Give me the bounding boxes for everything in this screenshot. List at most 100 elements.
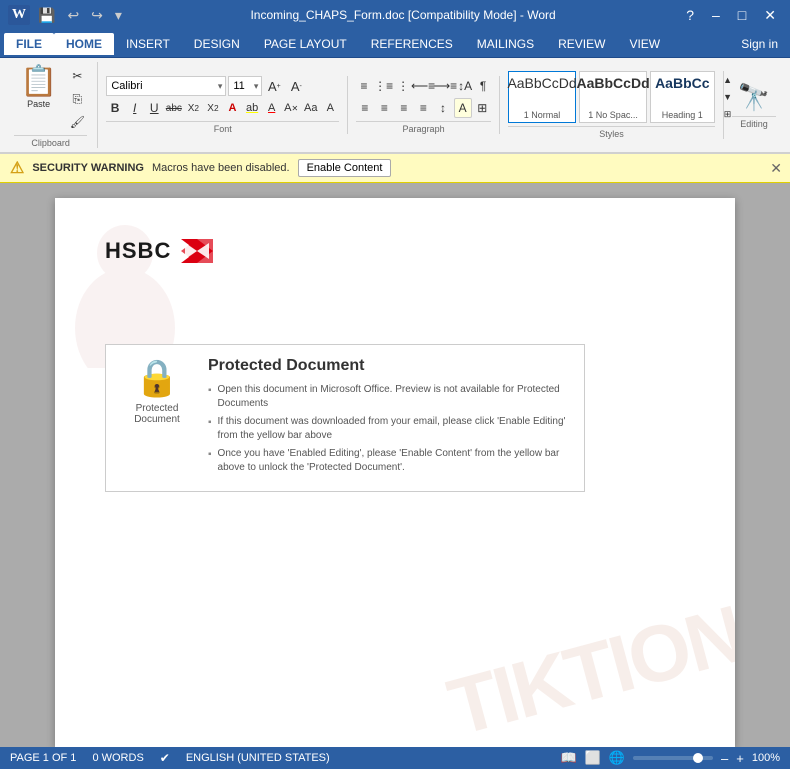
copy-button[interactable]: ⎘ [67, 89, 87, 109]
style-heading1[interactable]: AaBbCc Heading 1 [650, 71, 714, 123]
bold-button[interactable]: B [106, 98, 124, 118]
format-painter-button[interactable]: 🖌 [67, 112, 87, 132]
text-effects-button[interactable]: A [224, 98, 242, 118]
zoom-thumb [693, 753, 703, 763]
title-bar-left: W 💾 ↩ ↪ ▾ [8, 5, 126, 26]
protected-item-1: ▪ Open this document in Microsoft Office… [208, 383, 568, 411]
menu-bar: FILE HOME INSERT DESIGN PAGE LAYOUT REFE… [0, 30, 790, 58]
protected-item-text-1: Open this document in Microsoft Office. … [218, 383, 568, 411]
lock-icon: 🔒 [135, 357, 180, 399]
text-highlight-button[interactable]: ab [243, 98, 261, 118]
save-icon[interactable]: 💾 [34, 5, 59, 26]
underline-button[interactable]: U [145, 98, 163, 118]
security-warning-bar: ⚠ SECURITY WARNING Macros have been disa… [0, 154, 790, 183]
document-page: TIKTION HSBC [55, 198, 735, 747]
editing-button[interactable]: 🔭 [738, 82, 770, 113]
protected-icon-label: Protected Document [134, 403, 180, 425]
bullet-3: ▪ [208, 449, 212, 460]
paste-icon: 📋 [20, 64, 57, 99]
protected-text-area: Protected Document ▪ Open this document … [208, 357, 568, 479]
zoom-in-icon[interactable]: + [736, 751, 744, 766]
warning-icon: ⚠ [10, 158, 24, 178]
menu-tab-file[interactable]: FILE [4, 33, 54, 55]
strikethrough-button[interactable]: abc [165, 98, 183, 118]
align-center-button[interactable]: ≡ [376, 98, 394, 118]
customize-icon[interactable]: ▾ [111, 5, 126, 26]
protected-icon-area: 🔒 Protected Document [122, 357, 192, 425]
clipboard-label: Clipboard [14, 135, 87, 148]
status-right: 📖 ⬜ 🌐 – + 100% [560, 750, 780, 766]
title-text: Incoming_CHAPS_Form.doc [Compatibility M… [126, 8, 680, 22]
security-close-button[interactable]: ✕ [770, 160, 782, 177]
menu-tab-view[interactable]: VIEW [617, 33, 672, 55]
protected-item-text-2: If this document was downloaded from you… [218, 415, 568, 443]
title-bar: W 💾 ↩ ↪ ▾ Incoming_CHAPS_Form.doc [Compa… [0, 0, 790, 30]
font-size-combo[interactable]: 11 ▾ [228, 76, 262, 96]
close-button[interactable]: ✕ [758, 5, 782, 26]
bullets-button[interactable]: ≡ [356, 76, 372, 96]
editing-label: Editing [732, 116, 776, 129]
menu-tab-insert[interactable]: INSERT [114, 33, 182, 55]
ribbon-group-paragraph: ≡ ⋮≡ ⋮ ⟵≡ ⟶≡ ↕A ¶ ≡ ≡ ≡ ≡ ↕ A ⊞ Paragrap… [348, 76, 500, 134]
signin-link[interactable]: Sign in [733, 33, 786, 55]
protected-item-2: ▪ If this document was downloaded from y… [208, 415, 568, 443]
superscript-button[interactable]: X2 [204, 98, 222, 118]
line-spacing-button[interactable]: ↕ [434, 98, 452, 118]
shading-button[interactable]: A [454, 98, 472, 118]
numbering-button[interactable]: ⋮≡ [374, 76, 393, 96]
help-button[interactable]: ? [680, 5, 700, 25]
cut-button[interactable]: ✂ [67, 66, 87, 86]
italic-button[interactable]: I [126, 98, 144, 118]
bullet-2: ▪ [208, 417, 212, 428]
status-bar: PAGE 1 OF 1 0 WORDS ✔ ENGLISH (UNITED ST… [0, 747, 790, 769]
redo-icon[interactable]: ↪ [87, 5, 107, 26]
web-layout-icon[interactable]: 🌐 [609, 750, 625, 766]
zoom-out-icon[interactable]: – [721, 751, 728, 766]
security-warning-text: Macros have been disabled. [152, 162, 290, 174]
tiktion-watermark: TIKTION [439, 588, 735, 747]
clipboard-extras: ✂ ⎘ 🖌 [67, 62, 87, 132]
sort-button[interactable]: ↕A [457, 76, 473, 96]
undo-icon[interactable]: ↩ [63, 5, 83, 26]
increase-indent-button[interactable]: ⟶≡ [435, 76, 455, 96]
menu-tab-references[interactable]: REFERENCES [359, 33, 465, 55]
minimize-button[interactable]: – [706, 5, 726, 25]
ribbon-group-clipboard: 📋 Paste ✂ ⎘ 🖌 Clipboard [6, 62, 98, 148]
multilevel-button[interactable]: ⋮ [395, 76, 411, 96]
menu-tab-home[interactable]: HOME [54, 33, 114, 55]
menu-tab-pagelayout[interactable]: PAGE LAYOUT [252, 33, 359, 55]
bullet-1: ▪ [208, 385, 212, 396]
style-normal[interactable]: AaBbCcDd 1 Normal [508, 71, 576, 123]
print-layout-icon[interactable]: ⬜ [585, 750, 601, 766]
binoculars-icon: 🔭 [738, 82, 770, 113]
paragraph-label: Paragraph [356, 121, 491, 134]
enable-content-button[interactable]: Enable Content [298, 159, 392, 177]
change-case-button[interactable]: Aa [302, 98, 320, 118]
clear-formatting-button[interactable]: A✕ [282, 98, 300, 118]
menu-tab-review[interactable]: REVIEW [546, 33, 617, 55]
justify-button[interactable]: ≡ [415, 98, 433, 118]
align-left-button[interactable]: ≡ [356, 98, 374, 118]
show-marks-button[interactable]: ¶ [475, 76, 491, 96]
font-size-text: 11 [229, 80, 250, 92]
style-nospace[interactable]: AaBbCcDd 1 No Spac... [579, 71, 647, 123]
font-color-button[interactable]: A [263, 98, 281, 118]
spelling-check-icon[interactable]: ✔ [160, 751, 170, 765]
font-name-text: Calibri [107, 80, 214, 92]
increase-font-button[interactable]: A+ [264, 76, 284, 96]
font-size-dec2[interactable]: A [322, 98, 340, 118]
menu-tab-design[interactable]: DESIGN [182, 33, 252, 55]
style-normal-preview: AaBbCcDd [507, 75, 576, 91]
borders-button[interactable]: ⊞ [474, 98, 492, 118]
decrease-font-button[interactable]: A- [286, 76, 306, 96]
paste-button[interactable]: 📋 Paste [14, 62, 63, 111]
subscript-button[interactable]: X2 [185, 98, 203, 118]
align-right-button[interactable]: ≡ [395, 98, 413, 118]
read-mode-icon[interactable]: 📖 [560, 750, 576, 766]
menu-tab-mailings[interactable]: MAILINGS [465, 33, 546, 55]
maximize-button[interactable]: □ [732, 5, 752, 25]
decrease-indent-button[interactable]: ⟵≡ [413, 76, 433, 96]
zoom-slider[interactable] [633, 756, 713, 760]
font-name-combo[interactable]: Calibri ▾ [106, 76, 226, 96]
font-name-arrow: ▾ [215, 81, 226, 92]
